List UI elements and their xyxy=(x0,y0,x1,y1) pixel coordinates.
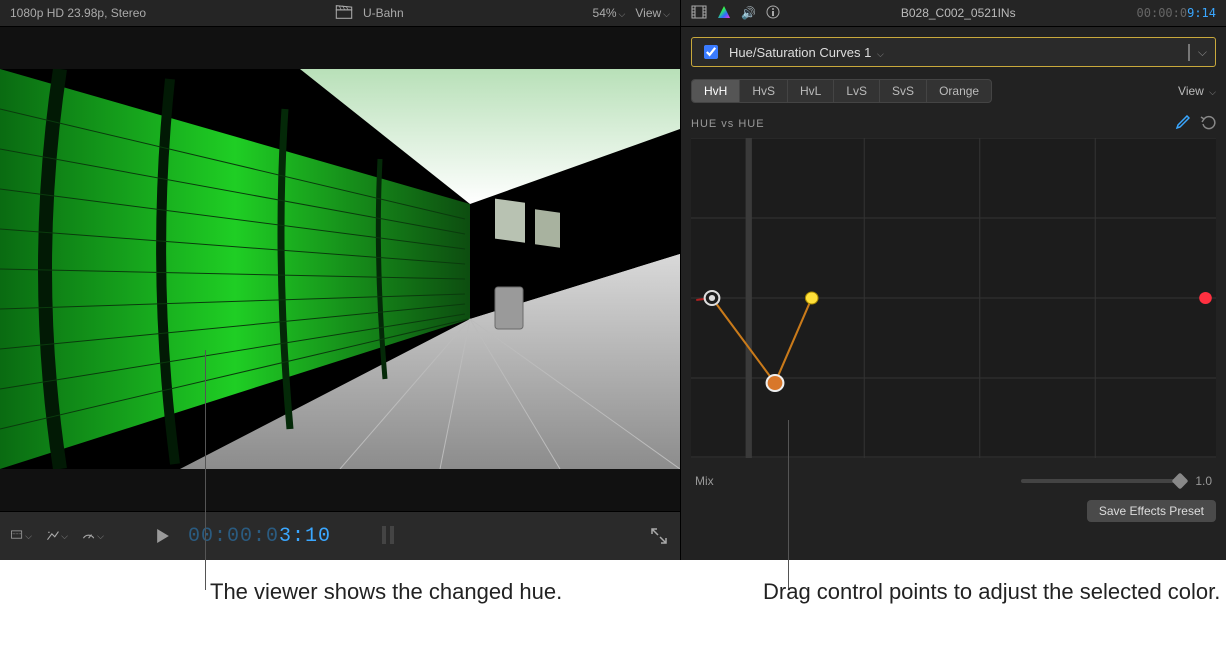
timecode-display[interactable]: 00:00:03:10 xyxy=(188,525,331,548)
viewer-panel: 1080p HD 23.98p, Stereo U-Bahn 54%⌵ View… xyxy=(0,0,680,560)
inspector-timecode: 00:00:09:14 xyxy=(1137,6,1216,20)
zoom-dropdown[interactable]: 54%⌵ xyxy=(593,6,626,20)
save-effects-preset-button[interactable]: Save Effects Preset xyxy=(1087,500,1216,522)
video-inspector-icon[interactable] xyxy=(691,5,707,22)
transport-bar: ⌵ ⌵ ⌵ 00:00:03:10 xyxy=(0,511,680,560)
clip-name: U-Bahn xyxy=(363,6,404,20)
crop-tool-dropdown[interactable]: ⌵ xyxy=(10,525,32,547)
caption-left: The viewer shows the changed hue. xyxy=(0,578,673,607)
callout-line-left xyxy=(205,350,206,590)
control-point-yellow[interactable] xyxy=(805,292,818,304)
inspector-topbar: 🔊 B028_C002_0521INs 00:00:09:14 xyxy=(681,0,1226,27)
curve-tabs: HvHHvSHvLLvSSvSOrange View ⌵ xyxy=(681,77,1226,105)
mix-label: Mix xyxy=(695,474,714,488)
tab-hvs[interactable]: HvS xyxy=(740,80,788,102)
effect-header[interactable]: Hue/Saturation Curves 1 ⌵ ⌵ xyxy=(691,37,1216,67)
curve-title: HUE vs HUE xyxy=(691,118,765,130)
viewer-canvas[interactable] xyxy=(0,27,680,511)
clapper-icon xyxy=(335,5,353,22)
control-point-end[interactable] xyxy=(1199,292,1212,304)
effect-menu-chevron[interactable]: ⌵ xyxy=(1198,45,1207,60)
tab-hvh[interactable]: HvH xyxy=(692,80,740,102)
caption-right: Drag control points to adjust the select… xyxy=(673,578,1226,607)
inspector-clip-name: B028_C002_0521INs xyxy=(790,6,1127,20)
curve-view-dropdown[interactable]: View ⌵ xyxy=(1178,84,1216,98)
captions: The viewer shows the changed hue. Drag c… xyxy=(0,560,1226,607)
tab-svs[interactable]: SvS xyxy=(880,80,927,102)
color-inspector-icon[interactable] xyxy=(717,5,731,22)
mix-value[interactable]: 1.0 xyxy=(1195,474,1212,488)
tab-lvs[interactable]: LvS xyxy=(834,80,880,102)
tab-orange[interactable]: Orange xyxy=(927,80,991,102)
viewer-topbar: 1080p HD 23.98p, Stereo U-Bahn 54%⌵ View… xyxy=(0,0,680,27)
fullscreen-button[interactable] xyxy=(648,525,670,547)
control-point-selected[interactable] xyxy=(767,375,784,391)
audio-inspector-icon[interactable]: 🔊 xyxy=(741,6,756,20)
mix-slider[interactable] xyxy=(1021,479,1181,483)
curve-graph[interactable] xyxy=(691,138,1216,458)
play-button[interactable] xyxy=(152,525,174,547)
inspector-panel: 🔊 B028_C002_0521INs 00:00:09:14 Hue/Satu… xyxy=(680,0,1226,560)
audio-meters xyxy=(379,522,399,551)
view-dropdown[interactable]: View⌵ xyxy=(635,6,670,20)
info-inspector-icon[interactable] xyxy=(766,5,780,22)
speed-tool-dropdown[interactable]: ⌵ xyxy=(82,525,104,547)
effect-name-dropdown[interactable]: Hue/Saturation Curves 1 ⌵ xyxy=(729,45,884,60)
reset-button[interactable] xyxy=(1200,115,1216,134)
effect-enable-checkbox[interactable] xyxy=(704,45,718,59)
tab-hvl[interactable]: HvL xyxy=(788,80,834,102)
retime-tool-dropdown[interactable]: ⌵ xyxy=(46,525,68,547)
keyframe-button[interactable] xyxy=(1188,45,1190,60)
eyedropper-button[interactable] xyxy=(1174,115,1190,134)
format-label: 1080p HD 23.98p, Stereo xyxy=(10,6,146,20)
mix-row: Mix 1.0 xyxy=(681,468,1226,494)
